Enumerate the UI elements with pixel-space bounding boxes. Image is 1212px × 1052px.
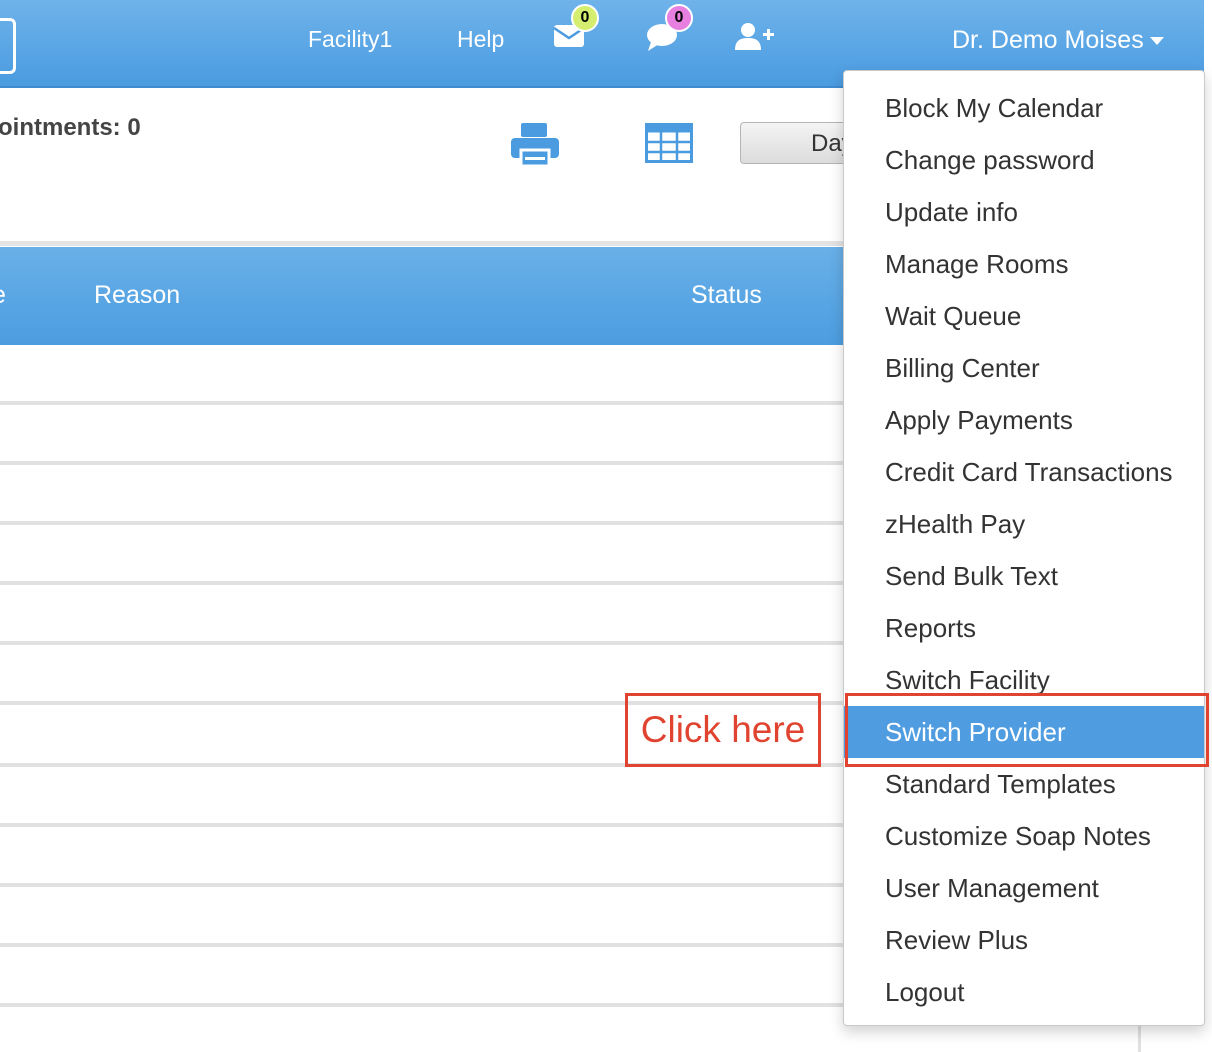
menu-item-apply-payments[interactable]: Apply Payments [844, 394, 1204, 446]
user-name: Dr. Demo Moises [952, 26, 1144, 54]
menu-item-logout[interactable]: Logout [844, 966, 1204, 1018]
menu-item-wait-queue[interactable]: Wait Queue [844, 290, 1204, 342]
user-dropdown-menu: Block My Calendar Change password Update… [843, 70, 1205, 1026]
menu-item-billing-center[interactable]: Billing Center [844, 342, 1204, 394]
facility-link[interactable]: Facility1 [308, 26, 392, 53]
menu-item-manage-rooms[interactable]: Manage Rooms [844, 238, 1204, 290]
menu-item-credit-card-transactions[interactable]: Credit Card Transactions [844, 446, 1204, 498]
click-here-callout: Click here [625, 693, 821, 767]
highlight-box-switch-provider [845, 693, 1209, 767]
menu-item-change-password[interactable]: Change password [844, 134, 1204, 186]
help-link[interactable]: Help [457, 26, 504, 53]
add-user-button[interactable] [735, 22, 775, 57]
messages-badge: 0 [571, 4, 599, 32]
menu-item-reports[interactable]: Reports [844, 602, 1204, 654]
menu-item-user-management[interactable]: User Management [844, 862, 1204, 914]
grid-icon [645, 123, 693, 163]
add-user-icon [735, 23, 774, 50]
brand-box[interactable] [0, 18, 16, 74]
user-menu-toggle[interactable]: Dr. Demo Moises [952, 26, 1164, 55]
caret-down-icon [1149, 37, 1164, 46]
printer-icon [511, 123, 559, 168]
menu-item-update-info[interactable]: Update info [844, 186, 1204, 238]
menu-item-send-bulk-text[interactable]: Send Bulk Text [844, 550, 1204, 602]
appointments-count: ointments: 0 [0, 114, 141, 141]
menu-item-zhealth-pay[interactable]: zHealth Pay [844, 498, 1204, 550]
menu-item-block-my-calendar[interactable]: Block My Calendar [844, 82, 1204, 134]
menu-item-review-plus[interactable]: Review Plus [844, 914, 1204, 966]
calendar-grid-button[interactable] [645, 123, 693, 168]
column-header-time[interactable]: e [0, 281, 6, 310]
messages-button[interactable]: 0 [553, 4, 599, 53]
print-button[interactable] [510, 122, 560, 173]
chat-badge: 0 [665, 4, 693, 32]
chat-button[interactable]: 0 [645, 4, 693, 57]
column-header-reason[interactable]: Reason [94, 281, 180, 310]
column-header-status[interactable]: Status [691, 281, 762, 310]
menu-item-customize-soap-notes[interactable]: Customize Soap Notes [844, 810, 1204, 862]
